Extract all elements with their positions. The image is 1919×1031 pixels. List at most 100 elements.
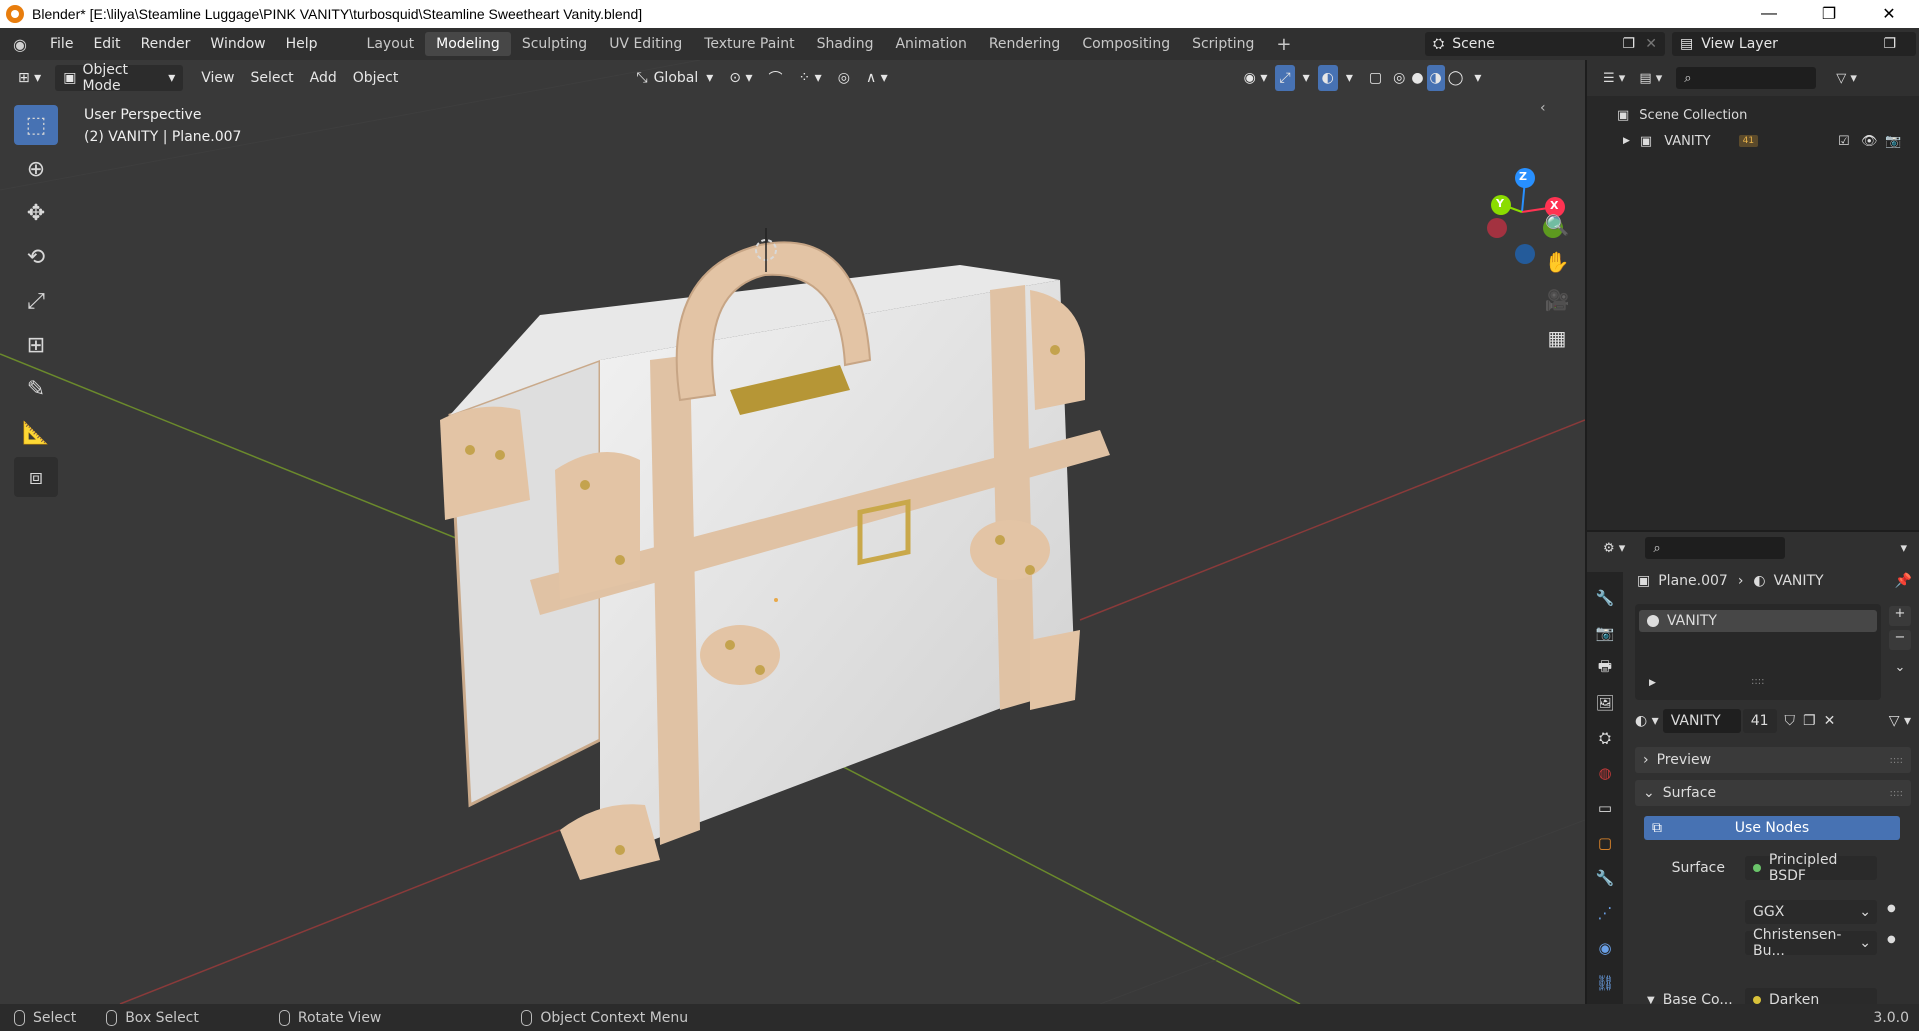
new-view-layer-icon[interactable]: ❐: [1883, 36, 1896, 52]
cursor-tool-icon[interactable]: ⊕: [14, 149, 58, 189]
physics-tab-icon[interactable]: ◉: [1591, 934, 1619, 962]
workspace-tab-shading[interactable]: Shading: [806, 32, 885, 56]
slot-specials-icon[interactable]: ⌄: [1889, 660, 1911, 680]
scale-tool-icon[interactable]: ⤢: [14, 281, 58, 321]
remove-scene-icon[interactable]: ✕: [1645, 36, 1657, 52]
outliner-editor[interactable]: ☰ ▾ ▤ ▾ ⌕ ▽ ▾ ▣ Scene Collection ▶ ▣ VAN…: [1587, 60, 1919, 530]
user-count-field[interactable]: 41: [1742, 709, 1777, 733]
snap-element-icon[interactable]: ⁘ ▾: [791, 65, 830, 91]
particles-tab-icon[interactable]: ⋰: [1591, 899, 1619, 927]
world-tab-icon[interactable]: ◍: [1591, 759, 1619, 787]
modifier-tab-icon[interactable]: 🔧: [1591, 864, 1619, 892]
camera-view-icon[interactable]: 🎥: [1540, 283, 1574, 317]
workspace-tab-texture-paint[interactable]: Texture Paint: [693, 32, 805, 56]
restore-button[interactable]: ❐: [1799, 0, 1859, 28]
filter-icon[interactable]: ▽ ▾: [1836, 71, 1857, 86]
properties-editor-type-icon[interactable]: ⚙ ▾: [1603, 541, 1625, 556]
add-slot-button[interactable]: +: [1889, 606, 1911, 626]
camera-icon[interactable]: 📷: [1885, 134, 1901, 149]
collapse-sidebar-icon[interactable]: ‹: [1540, 100, 1546, 116]
menu-help[interactable]: Help: [276, 36, 328, 52]
view-menu[interactable]: View: [193, 65, 242, 91]
workspace-tab-scripting[interactable]: Scripting: [1181, 32, 1265, 56]
display-mode-icon[interactable]: ▤ ▾: [1639, 71, 1662, 86]
scene-tab-icon[interactable]: ⛭: [1591, 724, 1619, 752]
rendered-shading-icon[interactable]: ◯: [1445, 65, 1467, 91]
annotate-tool-icon[interactable]: ✎: [14, 369, 58, 409]
properties-search-input[interactable]: ⌕: [1645, 537, 1786, 559]
gizmo-y-label[interactable]: Y: [1496, 197, 1504, 210]
add-cube-tool-icon[interactable]: ⧈: [14, 457, 58, 497]
link-filter-icon[interactable]: ▽ ▾: [1889, 713, 1911, 729]
fake-user-shield-icon[interactable]: ⛉: [1785, 713, 1796, 729]
scene-selector[interactable]: ⛭ Scene ❐ ✕: [1425, 32, 1665, 56]
pan-hand-icon[interactable]: ✋: [1540, 245, 1574, 279]
keyframe-dot-icon[interactable]: ●: [1887, 934, 1896, 945]
snap-toggle-icon[interactable]: ⌒: [761, 65, 791, 91]
workspace-tab-sculpting[interactable]: Sculpting: [511, 32, 598, 56]
browse-material-icon[interactable]: ◐ ▾: [1635, 713, 1659, 729]
overlays-dropdown-icon[interactable]: ▾: [1338, 65, 1361, 91]
drag-handle-icon[interactable]: ::::: [1890, 755, 1903, 766]
add-workspace-button[interactable]: +: [1265, 30, 1302, 59]
collection-tab-icon[interactable]: ▭: [1591, 794, 1619, 822]
rotate-tool-icon[interactable]: ⟲: [14, 237, 58, 277]
material-slot-list[interactable]: VANITY ▶ ::::: [1635, 604, 1881, 700]
expand-arrow-icon[interactable]: ▶: [1649, 678, 1656, 688]
remove-slot-button[interactable]: −: [1889, 630, 1911, 650]
gizmo-z-label[interactable]: Z: [1519, 170, 1527, 183]
tool-tab-icon[interactable]: 🔧: [1591, 584, 1619, 612]
eye-icon[interactable]: 👁: [1861, 134, 1878, 149]
material-shading-icon[interactable]: ◑: [1426, 65, 1445, 91]
select-box-tool-icon[interactable]: ⬚: [14, 105, 58, 145]
surface-shader-field[interactable]: Principled BSDF: [1745, 852, 1877, 884]
add-menu[interactable]: Add: [302, 65, 345, 91]
new-scene-icon[interactable]: ❐: [1622, 36, 1635, 52]
subsurface-method-dropdown[interactable]: Christensen-Bu... ⌄: [1745, 927, 1877, 959]
pivot-point-icon[interactable]: ⊙ ▾: [721, 65, 760, 91]
render-tab-icon[interactable]: 📷: [1591, 619, 1619, 647]
menu-render[interactable]: Render: [131, 36, 201, 52]
editor-type-icon[interactable]: ⊞ ▾: [10, 65, 49, 91]
workspace-tab-uv-editing[interactable]: UV Editing: [598, 32, 693, 56]
visibility-icon[interactable]: ◉ ▾: [1236, 65, 1276, 91]
gizmo-toggle-icon[interactable]: ⤢: [1275, 65, 1295, 91]
preview-panel-header[interactable]: › Preview ::::: [1635, 747, 1911, 773]
measure-tool-icon[interactable]: 📐: [14, 413, 58, 453]
resize-handle-icon[interactable]: ::::: [1751, 676, 1764, 687]
proportional-edit-icon[interactable]: ◎: [830, 65, 858, 91]
orthographic-toggle-icon[interactable]: ▦: [1540, 321, 1574, 355]
material-slot-row[interactable]: VANITY: [1639, 610, 1877, 632]
blender-menu-icon[interactable]: ◉: [0, 35, 40, 54]
gizmo-dropdown-icon[interactable]: ▾: [1295, 65, 1318, 91]
shading-dropdown-icon[interactable]: ▾: [1466, 65, 1489, 91]
properties-editor[interactable]: ⚙ ▾ ⌕ ▾ 🔧 📷 🖶 🖼 ⛭ ◍ ▭ ▢ 🔧 ⋰ ◉ ⛓ ▣ Plane.…: [1587, 532, 1919, 1012]
workspace-tab-layout[interactable]: Layout: [356, 32, 426, 56]
zoom-icon[interactable]: 🔍: [1540, 208, 1574, 242]
move-tool-icon[interactable]: ✥: [14, 193, 58, 233]
xray-toggle-icon[interactable]: ▢: [1361, 65, 1390, 91]
keyframe-dot-icon[interactable]: ●: [1887, 903, 1896, 914]
transform-orientation-dropdown[interactable]: ⤡ Global ▾: [628, 65, 721, 91]
exclude-checkbox[interactable]: ☑: [1838, 134, 1850, 149]
pin-icon[interactable]: 📌: [1895, 573, 1912, 589]
falloff-icon[interactable]: ∧ ▾: [858, 65, 896, 91]
object-mode-dropdown[interactable]: ▣ Object Mode ▾: [55, 62, 184, 94]
object-menu[interactable]: Object: [345, 65, 407, 91]
use-nodes-button[interactable]: ⧉ Use Nodes: [1644, 816, 1900, 840]
drag-handle-icon[interactable]: ::::: [1890, 788, 1903, 799]
distribution-dropdown[interactable]: GGX ⌄: [1745, 900, 1877, 924]
wireframe-shading-icon[interactable]: ◎: [1390, 65, 1408, 91]
material-name-field[interactable]: VANITY: [1662, 709, 1741, 733]
transform-tool-icon[interactable]: ⊞: [14, 325, 58, 365]
workspace-tab-animation[interactable]: Animation: [884, 32, 977, 56]
workspace-tab-rendering[interactable]: Rendering: [978, 32, 1072, 56]
surface-panel-header[interactable]: ⌄ Surface ::::: [1635, 780, 1911, 806]
outliner-search-input[interactable]: ⌕: [1676, 67, 1817, 89]
unlink-material-icon[interactable]: ✕: [1824, 713, 1836, 729]
close-button[interactable]: ✕: [1859, 0, 1919, 28]
menu-edit[interactable]: Edit: [83, 36, 130, 52]
menu-file[interactable]: File: [40, 36, 83, 52]
duplicate-material-icon[interactable]: ❐: [1803, 713, 1816, 729]
menu-window[interactable]: Window: [200, 36, 275, 52]
